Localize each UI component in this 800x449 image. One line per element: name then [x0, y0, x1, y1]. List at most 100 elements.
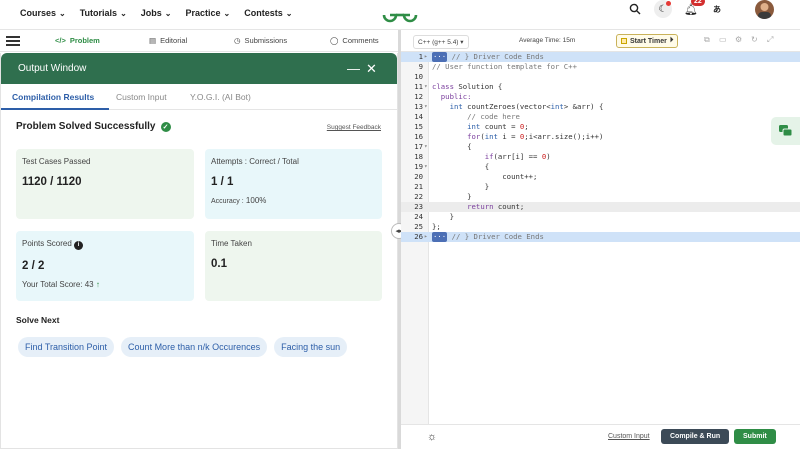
nav-courses[interactable]: Courses ⌄	[20, 8, 66, 18]
translate-icon[interactable]: あ	[708, 0, 726, 18]
line-number: 26	[414, 232, 423, 241]
attempts-label: Attempts : Correct / Total	[211, 157, 299, 166]
info-icon[interactable]: i	[74, 241, 84, 250]
solve-next-title: Solve Next	[16, 315, 60, 325]
fold-icon[interactable]: ▾	[424, 102, 428, 112]
tab-comments[interactable]: ◯ Comments	[330, 36, 379, 45]
nav-contests-label: Contests	[244, 8, 283, 18]
line-number: 10	[414, 72, 423, 81]
folded-marker[interactable]: ···	[432, 52, 448, 62]
code-content[interactable]: 1 ▸ ··· // } Driver Code Ends 9// User fun…	[401, 52, 800, 242]
output-tabs: Compilation Results Custom Input Y.O.G.I…	[1, 84, 397, 110]
tab-submissions[interactable]: ◷ Submissions	[234, 36, 287, 45]
chevron-down-icon: ⌄	[164, 8, 172, 18]
solve-next-chip[interactable]: Find Transition Point	[18, 337, 115, 357]
line-number: 25	[414, 222, 423, 231]
code-text: if(arr[i] == 0)	[432, 152, 551, 162]
gfg-logo[interactable]	[382, 6, 418, 24]
code-line: 18 if(arr[i] == 0)	[401, 152, 800, 162]
code-line: 25};	[401, 222, 800, 232]
chat-button[interactable]	[771, 117, 800, 145]
submit-button[interactable]: Submit	[734, 429, 776, 444]
code-type: int	[432, 102, 463, 111]
solve-next-list: Find Transition Point Count More than n/…	[18, 337, 348, 357]
chevron-down-icon: ⌄	[285, 8, 293, 18]
code-line: 15 int count = 0;	[401, 122, 800, 132]
tab-compilation-results[interactable]: Compilation Results	[12, 92, 94, 102]
solve-next-chip[interactable]: Facing the sun	[274, 337, 348, 357]
bookmark-icon[interactable]: ▭	[719, 35, 727, 44]
chevron-down-icon: ▾	[460, 39, 464, 46]
code-editor[interactable]: 1 ▸ ··· // } Driver Code Ends 9// User fun…	[401, 52, 800, 424]
code-line: 12 public:	[401, 92, 800, 102]
start-timer-button[interactable]: Start Timer ⏵	[616, 34, 679, 48]
reset-icon[interactable]: ↻	[751, 35, 758, 44]
code-text: // User function template for C++	[432, 62, 577, 71]
close-icon[interactable]: ✕	[366, 61, 377, 77]
attempts-card: Attempts : Correct / Total 1 / 1 Accurac…	[205, 149, 382, 219]
lightbulb-icon[interactable]: ☼	[427, 431, 437, 443]
result-status-text: Problem Solved Successfully	[16, 121, 156, 132]
line-number: 21	[414, 182, 423, 191]
output-window-title: Output Window	[18, 63, 87, 74]
timer-icon	[621, 38, 627, 44]
nav-jobs-label: Jobs	[140, 8, 162, 18]
code-text: }	[432, 182, 490, 191]
points-label-row: Points Scored i	[22, 239, 188, 250]
custom-input-link[interactable]: Custom Input	[608, 433, 650, 440]
code-text: int countZeroes(vector<int> &arr) {	[432, 102, 604, 112]
minimize-icon[interactable]: —	[347, 61, 360, 76]
hamburger-menu-icon[interactable]	[6, 34, 20, 48]
nav-practice[interactable]: Practice ⌄	[185, 8, 230, 18]
test-cases-card: Test Cases Passed 1120 / 1120	[16, 149, 194, 219]
search-icon[interactable]	[626, 0, 644, 18]
code-text: public:	[432, 92, 472, 101]
fold-icon[interactable]: ▾	[424, 162, 428, 172]
fold-icon[interactable]: ▾	[424, 82, 428, 92]
compile-run-button[interactable]: Compile & Run	[661, 429, 730, 444]
document-icon: ▤	[149, 36, 157, 45]
points-label: Points Scored	[22, 239, 72, 248]
suggest-feedback-link[interactable]: Suggest Feedback	[327, 124, 381, 131]
language-select-value: C++ (g++ 5.4)	[418, 39, 459, 46]
line-number: 17	[414, 142, 423, 151]
total-score-label: Your Total Score:	[22, 280, 83, 289]
tab-custom-input[interactable]: Custom Input	[116, 92, 167, 102]
code-line: 22 }	[401, 192, 800, 202]
line-number: 9	[418, 62, 423, 71]
code-text: ··· // } Driver Code Ends	[432, 52, 544, 62]
nav-jobs[interactable]: Jobs ⌄	[141, 8, 172, 18]
settings-icon[interactable]: ⚙	[735, 35, 742, 44]
notification-dot	[666, 1, 671, 6]
dark-mode-toggle[interactable]: ☾	[654, 0, 672, 18]
code-token: > &arr) {	[563, 102, 604, 111]
tab-problem[interactable]: </> Problem	[55, 36, 100, 45]
tab-yogi-ai-bot[interactable]: Y.O.G.I. (AI Bot)	[190, 92, 251, 102]
code-text: // code here	[432, 112, 520, 121]
tab-editorial[interactable]: ▤ Editorial	[149, 36, 187, 45]
avatar[interactable]	[755, 0, 774, 19]
solve-next-chip[interactable]: Count More than n/k Occurences	[121, 337, 268, 357]
fold-icon[interactable]: ▾	[424, 142, 428, 152]
code-line: 16 for(int i = 0;i<arr.size();i++)	[401, 132, 800, 142]
code-token: countZeroes(vector<	[462, 102, 551, 111]
code-token: ;	[524, 122, 529, 131]
fullscreen-icon[interactable]: ⤢	[767, 35, 773, 45]
play-icon: ⏵	[669, 37, 674, 44]
code-token: count =	[480, 122, 520, 131]
points-value: 2 / 2	[22, 260, 45, 272]
code-text: count++;	[432, 172, 538, 181]
chevron-down-icon: ⌄	[120, 8, 127, 18]
nav-contests[interactable]: Contests ⌄	[244, 8, 292, 18]
code-line: 17 ▾ {	[401, 142, 800, 152]
line-number: 20	[414, 172, 423, 181]
code-text: return count;	[432, 202, 524, 212]
folded-marker[interactable]: ···	[432, 232, 448, 242]
nav-tutorials[interactable]: Tutorials ⌄	[80, 8, 127, 18]
copy-icon[interactable]: ⧉	[704, 35, 710, 45]
code-text: {	[432, 162, 490, 171]
notifications-button[interactable]: 🔔︎ 22	[682, 0, 705, 18]
language-select[interactable]: C++ (g++ 5.4) ▾	[413, 35, 469, 49]
fold-icon[interactable]: ▸	[424, 52, 428, 62]
fold-icon[interactable]: ▸	[424, 232, 428, 242]
